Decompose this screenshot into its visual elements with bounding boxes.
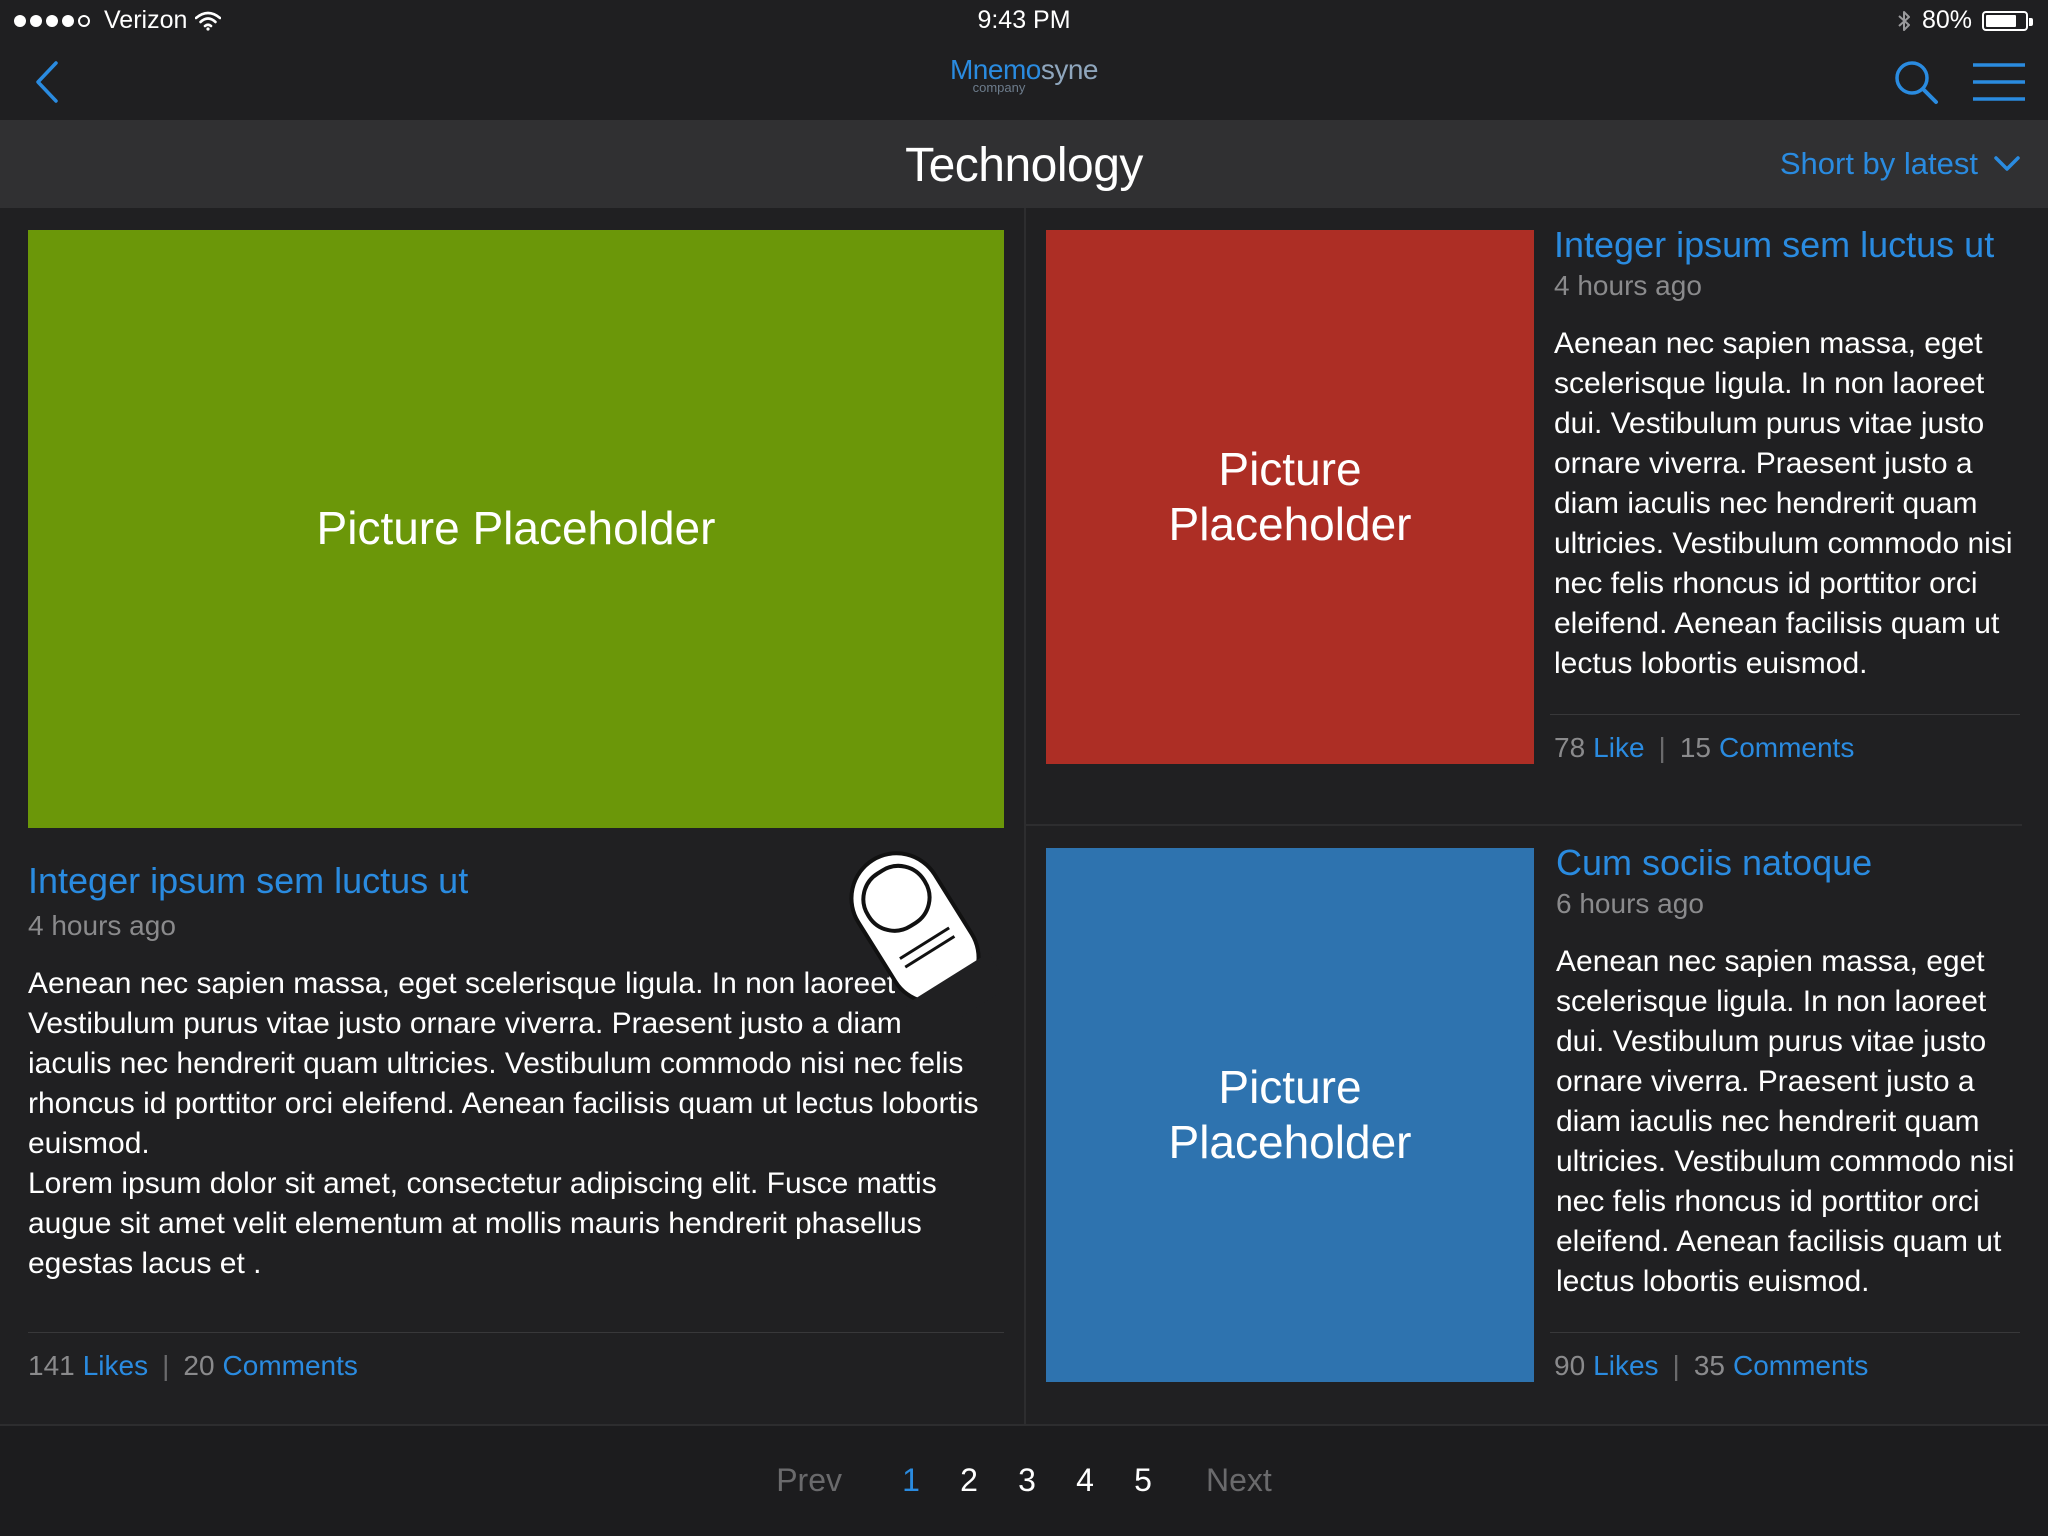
article-image-placeholder[interactable]: Picture Placeholder (1046, 848, 1534, 1382)
stats-separator: | (1672, 1350, 1680, 1381)
menu-button[interactable] (1970, 56, 2028, 108)
likes-link[interactable]: Like (1593, 732, 1644, 764)
article-time: 6 hours ago (1556, 888, 1704, 919)
chevron-down-icon (1994, 156, 2020, 171)
column-divider (1024, 208, 1026, 1424)
likes-count: 78 (1554, 732, 1586, 763)
pagination-bar: Prev 1 2 3 4 5 Next (0, 1424, 2048, 1536)
placeholder-label: Picture Placeholder (1168, 1060, 1412, 1168)
comments-link[interactable]: Comments (1733, 1350, 1868, 1382)
pagination: Prev 1 2 3 4 5 Next (0, 1462, 2048, 1499)
sort-dropdown[interactable]: Short by latest (1780, 146, 2020, 182)
tap-gesture-icon (849, 851, 1000, 1018)
article-stats-divider (1550, 714, 2020, 715)
battery-level-fill (1986, 14, 2017, 27)
likes-link[interactable]: Likes (83, 1350, 148, 1382)
article-title[interactable]: Integer ipsum sem luctus ut (1554, 224, 1994, 266)
bluetooth-icon (1898, 10, 1910, 31)
row-divider (1026, 824, 2022, 826)
hamburger-menu-icon (1973, 63, 2025, 101)
article-body: Aenean nec sapien massa, eget scelerisqu… (1554, 327, 2013, 680)
comments-count: 35 (1693, 1350, 1725, 1381)
sort-label: Short by latest (1779, 146, 1978, 181)
page-3-button[interactable]: 3 (1012, 1462, 1042, 1499)
article-stats: 90 Likes | 35 Comments (1554, 1350, 1868, 1382)
status-right: 80% (1896, 6, 2033, 35)
logo-text-secondary: syne (1040, 54, 1099, 85)
status-bar: Verizon 9:43 PM 80% (0, 0, 2048, 44)
featured-image-placeholder[interactable]: Picture Placeholder (28, 230, 1004, 828)
featured-article-time: 4 hours ago (28, 910, 176, 941)
page-2-button[interactable]: 2 (954, 1462, 984, 1499)
logo-subtitle: company (972, 80, 1026, 95)
article-title[interactable]: Cum sociis natoque (1556, 842, 1872, 884)
article-image-placeholder[interactable]: Picture Placeholder (1046, 230, 1534, 764)
section-title: Technology (905, 139, 1143, 192)
stats-separator: | (1658, 732, 1666, 763)
article-time: 4 hours ago (1554, 270, 1702, 301)
featured-article-body-2: Lorem ipsum dolor sit amet, consectetur … (28, 1167, 937, 1280)
search-icon (1895, 61, 1938, 104)
article-grid: Picture Placeholder Integer ipsum sem lu… (0, 208, 2048, 1424)
article-body: Aenean nec sapien massa, eget scelerisqu… (1556, 945, 2015, 1298)
comments-link[interactable]: Comments (223, 1350, 358, 1382)
article-stats-divider (1550, 1332, 2020, 1333)
page-1-button[interactable]: 1 (896, 1462, 926, 1499)
page-4-button[interactable]: 4 (1070, 1462, 1100, 1499)
comments-count: 20 (183, 1350, 215, 1381)
likes-count: 90 (1554, 1350, 1586, 1381)
featured-stats-divider (28, 1332, 1004, 1333)
comments-link[interactable]: Comments (1719, 732, 1854, 764)
featured-article-title[interactable]: Integer ipsum sem luctus ut (28, 860, 468, 902)
company-logo: Mnemosyne company (0, 54, 2048, 95)
article-stats: 78 Like | 15 Comments (1554, 732, 1854, 764)
section-header: Technology Short by latest (0, 120, 2048, 208)
status-time: 9:43 PM (977, 6, 1071, 34)
placeholder-label: Picture Placeholder (1168, 442, 1412, 550)
nav-bar: Mnemosyne company (0, 44, 2048, 120)
featured-article-stats: 141 Likes | 20 Comments (28, 1350, 358, 1382)
stats-separator: | (162, 1350, 170, 1381)
search-button[interactable] (1888, 54, 1944, 110)
likes-link[interactable]: Likes (1593, 1350, 1658, 1382)
comments-count: 15 (1679, 732, 1711, 763)
prev-page-button[interactable]: Prev (776, 1462, 842, 1499)
next-page-button[interactable]: Next (1206, 1462, 1272, 1499)
battery-icon (1982, 10, 2033, 31)
app-screen: Verizon 9:43 PM 80% Mnemosyne company Te… (0, 0, 2048, 1536)
page-5-button[interactable]: 5 (1128, 1462, 1158, 1499)
likes-count: 141 (28, 1350, 75, 1381)
battery-percent: 80% (1921, 6, 1972, 34)
